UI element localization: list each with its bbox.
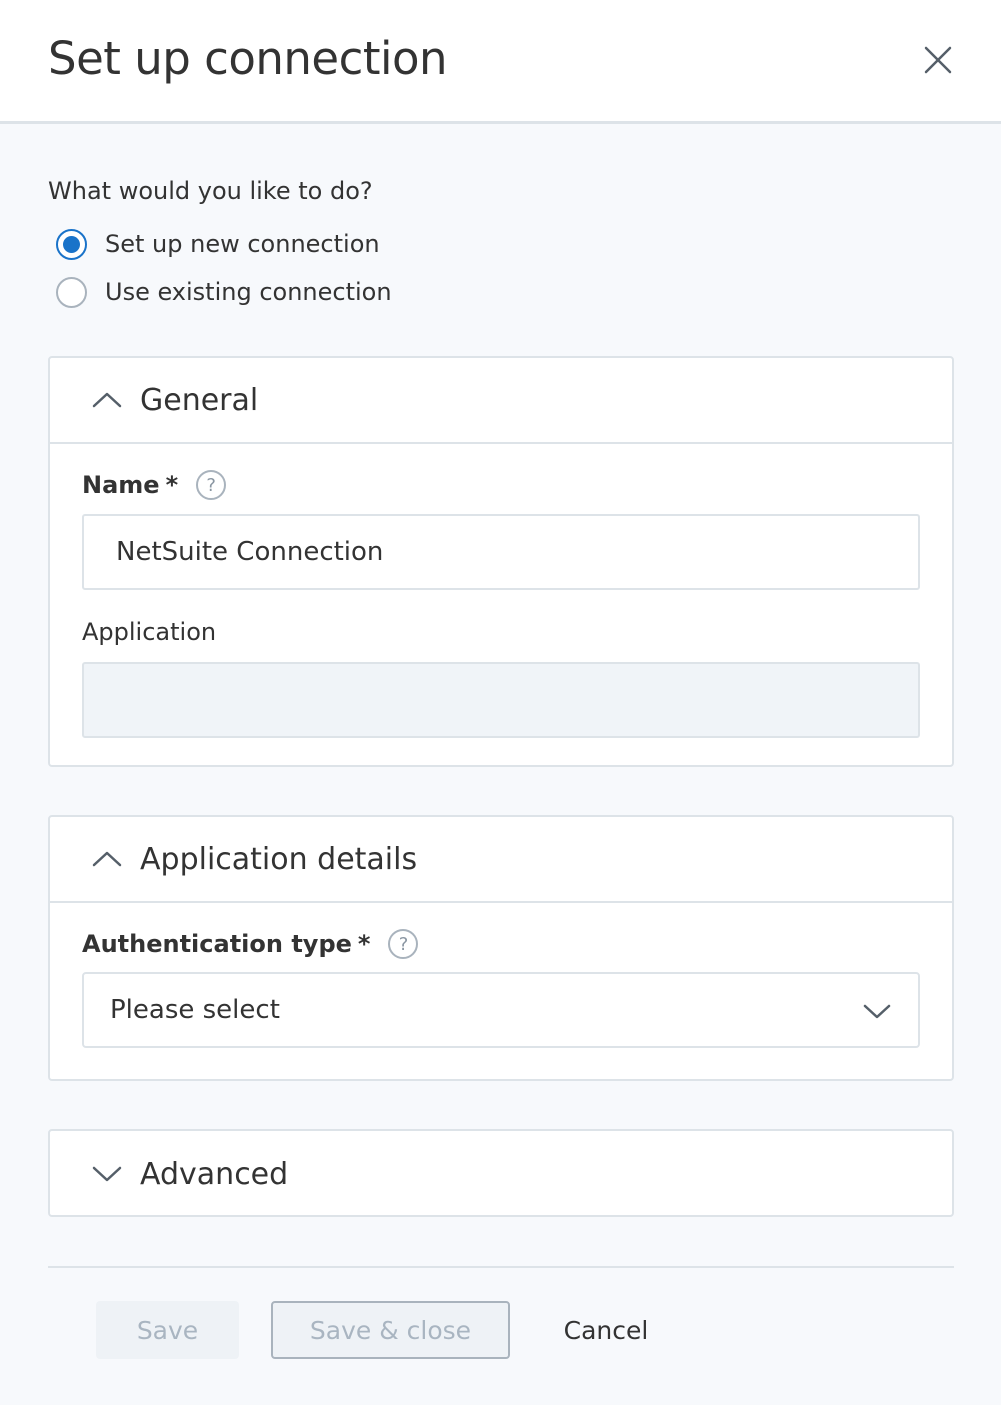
application-details-panel-title: Application details: [140, 841, 418, 877]
radio-label: Use existing connection: [105, 278, 392, 306]
radio-label: Set up new connection: [105, 230, 380, 258]
authentication-type-select[interactable]: Please select: [82, 972, 920, 1048]
radio-new-connection[interactable]: Set up new connection: [56, 227, 380, 261]
application-input: [82, 662, 920, 738]
footer-divider: [48, 1266, 954, 1268]
chevron-up-icon: [92, 851, 122, 867]
general-panel: General Name * ? Application: [48, 356, 954, 767]
authentication-type-label-text: Authentication type: [82, 930, 352, 958]
application-details-panel: Application details Authentication type …: [48, 815, 954, 1081]
page-title: Set up connection: [48, 32, 448, 85]
general-panel-header[interactable]: General: [50, 358, 952, 444]
radio-existing-connection[interactable]: Use existing connection: [56, 275, 392, 309]
chevron-down-icon: [92, 1166, 122, 1182]
help-icon[interactable]: ?: [388, 929, 419, 959]
help-icon[interactable]: ?: [196, 470, 227, 500]
advanced-panel: Advanced: [48, 1129, 954, 1217]
application-details-panel-header[interactable]: Application details: [50, 817, 952, 903]
close-button[interactable]: [918, 40, 958, 80]
save-button[interactable]: Save: [96, 1301, 239, 1359]
name-label-text: Name: [82, 471, 160, 499]
required-marker: *: [165, 471, 179, 499]
close-icon: [924, 46, 952, 74]
connection-dialog: Set up connection What would you like to…: [0, 0, 1001, 1405]
application-label: Application: [82, 618, 217, 646]
radio-button-unchecked[interactable]: [56, 276, 87, 308]
advanced-panel-header[interactable]: Advanced: [50, 1131, 952, 1217]
authentication-type-label: Authentication type * ?: [82, 929, 419, 959]
chevron-down-icon: [863, 1004, 891, 1019]
required-marker: *: [357, 930, 371, 958]
general-panel-title: General: [140, 382, 259, 418]
select-value: Please select: [110, 995, 280, 1025]
name-input[interactable]: [82, 514, 920, 590]
radio-button-checked[interactable]: [56, 228, 87, 260]
mode-prompt: What would you like to do?: [48, 177, 373, 205]
cancel-button[interactable]: Cancel: [540, 1301, 672, 1359]
save-and-close-button[interactable]: Save & close: [271, 1301, 510, 1359]
chevron-up-icon: [92, 392, 122, 408]
advanced-panel-title: Advanced: [140, 1156, 289, 1192]
name-label: Name * ?: [82, 470, 227, 500]
dialog-header: Set up connection: [0, 0, 1001, 124]
